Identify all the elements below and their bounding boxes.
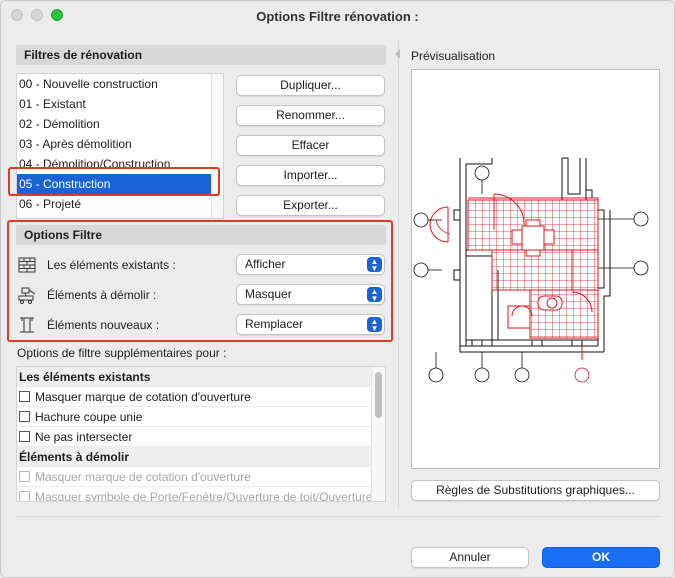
existing-elements-value: Afficher [245,257,286,271]
preview-panel [411,69,660,469]
option-label-new: Éléments nouveaux : [47,318,160,332]
extra-option-label: Hachure coupe unie [35,409,143,424]
extra-group-demolish: Éléments à démolir [17,447,371,467]
options-section-header: Options Filtre [16,225,386,245]
existing-elements-icon [18,257,36,273]
existing-elements-select[interactable]: Afficher ▲ ▼ [236,254,385,275]
demolish-elements-select[interactable]: Masquer ▲ ▼ [236,284,385,305]
options-filter-dialog: Options Filtre rénovation : Filtres de r… [0,0,675,578]
filter-list[interactable]: 00 - Nouvelle construction 01 - Existant… [16,73,224,219]
option-label-demolish: Éléments à démolir : [47,288,157,302]
floor-plan-preview [413,157,649,383]
import-button[interactable]: Importer... [236,165,385,186]
options-section-title: Options Filtre [24,228,102,242]
extra-option-row-disabled: Masquer symbole de Porte/Fenêtre/Ouvertu… [17,487,371,502]
demolish-elements-value: Masquer [245,287,292,301]
filter-item[interactable]: 00 - Nouvelle construction [17,74,223,94]
preview-label: Prévisualisation [411,49,496,63]
rename-button[interactable]: Renommer... [236,105,385,126]
extra-option-row-disabled: Masquer marque de cotation d'ouverture [17,467,371,487]
extra-list-scrollbar[interactable] [371,367,385,501]
extra-group-existing: Les éléments existants [17,367,371,387]
extra-option-label: Masquer symbole de Porte/Fenêtre/Ouvertu… [35,489,371,502]
footer-divider [16,516,661,517]
checkbox[interactable] [19,431,30,442]
cancel-button[interactable]: Annuler [411,547,529,568]
filters-section-header: Filtres de rénovation [16,45,386,65]
chevron-updown-icon: ▲ ▼ [367,287,382,303]
new-elements-select[interactable]: Remplacer ▲ ▼ [236,314,385,335]
chevron-updown-icon: ▲ ▼ [367,317,382,333]
extra-option-label: Masquer marque de cotation d'ouverture [35,469,251,484]
new-elements-value: Remplacer [245,317,304,331]
chevron-updown-icon: ▲ ▼ [367,257,382,273]
filter-list-scrollbar[interactable] [211,74,223,218]
window-controls [11,9,63,21]
new-elements-icon [20,317,34,333]
extra-option-label: Ne pas intersecter [35,429,133,444]
pane-divider[interactable] [398,41,399,509]
checkbox[interactable] [19,411,30,422]
extra-option-row[interactable]: Ne pas intersecter [17,427,371,447]
ok-button[interactable]: OK [542,547,660,568]
option-row-demolish: Éléments à démolir : [17,283,156,307]
export-button[interactable]: Exporter... [236,195,385,216]
extra-option-label: Masquer marque de cotation d'ouverture [35,389,251,404]
substitution-rules-button[interactable]: Règles de Substitutions graphiques... [411,480,660,501]
window-title: Options Filtre rénovation : [256,8,419,24]
checkbox[interactable] [19,391,30,402]
delete-button[interactable]: Effacer [236,135,385,156]
filter-item[interactable]: 06 - Projeté [17,194,223,214]
filters-section-title: Filtres de rénovation [24,48,143,62]
title-bar: Options Filtre rénovation : [1,1,674,31]
extra-options-list[interactable]: Les éléments existants Masquer marque de… [16,366,386,502]
extra-group-label: Éléments à démolir [19,449,130,464]
demolish-elements-icon [18,287,36,305]
extra-options-label: Options de filtre supplémentaires pour : [17,346,227,360]
extra-option-row[interactable]: Hachure coupe unie [17,407,371,427]
filter-item[interactable]: 01 - Existant [17,94,223,114]
filter-item[interactable]: 02 - Démolition [17,114,223,134]
extra-option-row[interactable]: Masquer marque de cotation d'ouverture [17,387,371,407]
extra-group-label: Les éléments existants [19,369,151,384]
duplicate-button[interactable]: Dupliquer... [236,75,385,96]
zoom-window-button[interactable] [51,9,63,21]
collapse-arrow-icon[interactable] [395,49,400,59]
option-row-new: Éléments nouveaux : [17,313,159,337]
highlight-frame-selected-filter [8,167,220,196]
checkbox [19,491,30,501]
option-label-existing: Les éléments existants : [47,258,176,272]
checkbox [19,471,30,482]
close-window-button[interactable] [11,9,23,21]
option-row-existing: Les éléments existants : [17,253,176,277]
scrollbar-thumb[interactable] [375,372,382,418]
filter-item[interactable]: 03 - Après démolition [17,134,223,154]
minimize-window-button[interactable] [31,9,43,21]
